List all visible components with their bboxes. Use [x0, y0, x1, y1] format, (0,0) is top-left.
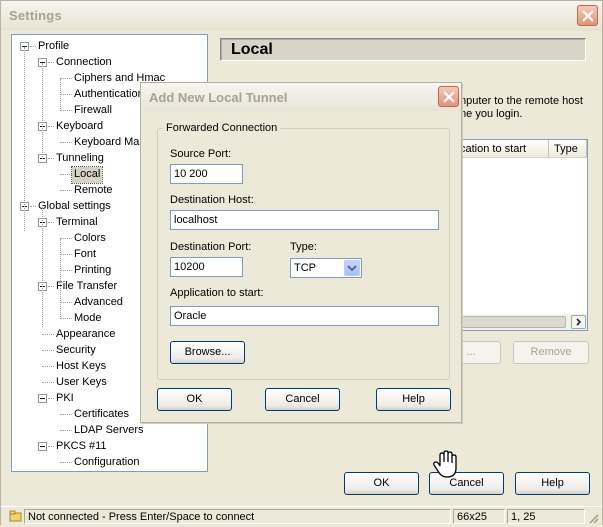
remove-tunnel-button[interactable]: Remove [513, 341, 589, 364]
status-message: Not connected - Press Enter/Space to con… [24, 509, 451, 524]
destination-host-input[interactable] [170, 210, 439, 230]
close-icon [582, 10, 594, 22]
dialog-cancel-button[interactable]: Cancel [265, 388, 340, 411]
chevron-down-icon[interactable] [344, 260, 360, 276]
tree-connector [60, 110, 72, 111]
tree-item-host-keys[interactable]: Host Keys [54, 359, 108, 375]
tree-connector [60, 78, 72, 79]
tree-guide-line [42, 207, 43, 327]
tree-connector [42, 366, 54, 367]
tunnel-list[interactable]: plication to start Type [443, 139, 588, 331]
tree-guide-line [24, 47, 25, 231]
tree-item-colors[interactable]: Colors [72, 231, 108, 247]
settings-window-title: Settings [9, 8, 62, 23]
tree-item-profile[interactable]: Profile [36, 39, 71, 55]
tree-connector [60, 462, 72, 463]
tree-item-connection[interactable]: Connection [54, 55, 114, 71]
tree-item-security[interactable]: Security [54, 343, 98, 359]
destination-port-label: Destination Port: [170, 241, 252, 253]
tree-item-local[interactable]: Local [70, 166, 104, 184]
status-bar: Not connected - Press Enter/Space to con… [1, 506, 602, 525]
tree-item-keyboard[interactable]: Keyboard [54, 119, 105, 135]
close-icon [443, 91, 455, 103]
settings-title-bar[interactable]: Settings [1, 1, 602, 31]
tree-item-remote[interactable]: Remote [72, 183, 115, 199]
tree-item-authentication[interactable]: Authentication [72, 87, 146, 103]
tree-item-printing[interactable]: Printing [72, 263, 113, 279]
tree-connector [60, 430, 72, 431]
type-select-value: TCP [294, 262, 316, 274]
destination-port-input[interactable] [170, 257, 243, 277]
tree-connector [60, 318, 72, 319]
dialog-close-button[interactable] [438, 86, 459, 107]
tree-connector [60, 142, 72, 143]
tree-item-certificates[interactable]: Certificates [72, 407, 131, 423]
tree-item-configuration[interactable]: Configuration [72, 455, 141, 471]
tree-item-pki[interactable]: PKI [54, 391, 76, 407]
destination-host-label: Destination Host: [170, 194, 254, 206]
tree-connector [60, 270, 72, 271]
tree-item-mode[interactable]: Mode [72, 311, 104, 327]
tree-item-global-settings[interactable]: Global settings [36, 199, 113, 215]
tree-connector [60, 414, 72, 415]
description-text-line2: me you login. [457, 108, 523, 120]
dialog-title: Add New Local Tunnel [149, 90, 288, 105]
application-label: Application to start: [170, 287, 264, 299]
settings-help-button[interactable]: Help [515, 472, 590, 495]
section-header: Local [220, 38, 586, 61]
tree-expander-icon[interactable] [38, 394, 47, 403]
tree-connector [60, 94, 72, 95]
dialog-ok-button[interactable]: OK [157, 388, 232, 411]
settings-ok-button[interactable]: OK [344, 472, 419, 495]
source-port-label: Source Port: [170, 148, 232, 160]
tree-guide-line [60, 79, 61, 111]
scroll-right-button[interactable] [571, 315, 586, 329]
forwarded-connection-label: Forwarded Connection [163, 122, 281, 134]
tree-connector [42, 382, 54, 383]
tree-item-tunneling[interactable]: Tunneling [54, 151, 106, 167]
dialog-title-bar[interactable]: Add New Local Tunnel [141, 83, 461, 111]
dialog-help-button[interactable]: Help [376, 388, 451, 411]
tree-item-appearance[interactable]: Appearance [54, 327, 117, 343]
status-terminal-size: 66x25 [453, 509, 505, 524]
add-local-tunnel-dialog: Add New Local Tunnel Forwarded Connectio… [140, 82, 462, 423]
tree-item-terminal[interactable]: Terminal [54, 215, 100, 231]
section-title: Local [231, 41, 273, 58]
tree-item-firewall[interactable]: Firewall [72, 103, 114, 119]
column-header-type[interactable]: Type [549, 140, 587, 158]
status-connection-icon [9, 510, 23, 526]
chevron-right-icon [576, 318, 582, 326]
source-port-input[interactable] [170, 164, 243, 184]
description-text-line1: mputer to the remote host [457, 95, 583, 107]
horizontal-scrollbar[interactable] [444, 314, 587, 330]
tree-connector [60, 254, 72, 255]
browse-button[interactable]: Browse... [170, 341, 245, 364]
settings-close-button[interactable] [577, 5, 598, 26]
scrollbar-thumb[interactable] [446, 316, 566, 328]
tree-connector [60, 238, 72, 239]
tree-connector [42, 350, 54, 351]
tree-item-ldap-servers[interactable]: LDAP Servers [72, 423, 146, 439]
tree-expander-icon[interactable] [38, 442, 47, 451]
tree-item-advanced[interactable]: Advanced [72, 295, 125, 311]
tree-item-pkcs-11[interactable]: PKCS #11 [54, 439, 109, 455]
tree-item-user-keys[interactable]: User Keys [54, 375, 109, 391]
tree-connector [60, 302, 72, 303]
type-select[interactable]: TCP [290, 258, 362, 278]
type-label: Type: [290, 241, 317, 253]
tree-connector [60, 174, 72, 175]
tree-item-keyboard-map[interactable]: Keyboard Map [72, 135, 148, 151]
hand-cursor-icon [433, 450, 457, 478]
status-cursor-position: 1, 25 [507, 509, 585, 524]
application-input[interactable] [170, 306, 439, 326]
tree-guide-line [42, 63, 43, 159]
tree-item-file-transfer[interactable]: File Transfer [54, 279, 119, 295]
tree-guide-line [60, 239, 61, 319]
tree-item-font[interactable]: Font [72, 247, 98, 263]
tree-connector [60, 190, 72, 191]
tree-connector [42, 334, 54, 335]
